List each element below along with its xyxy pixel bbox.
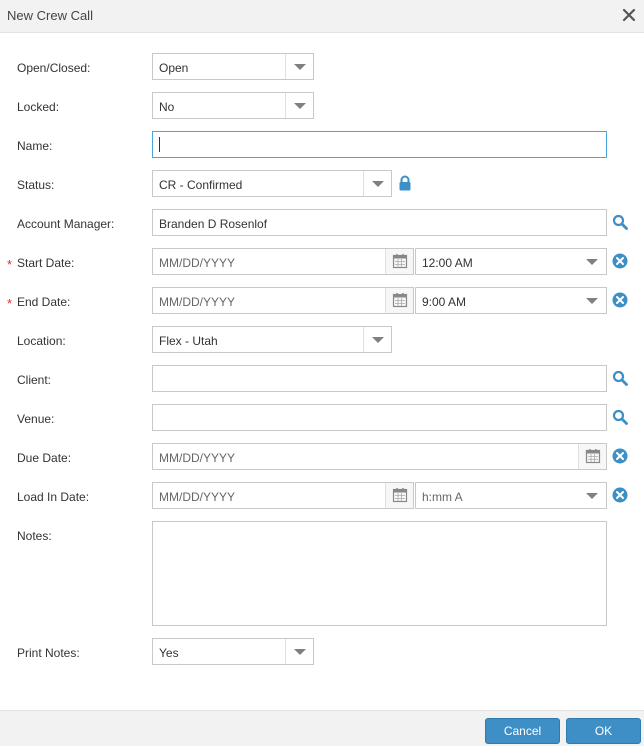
dialog-footer: Cancel OK — [0, 710, 644, 746]
account-manager-input[interactable]: Branden D Rosenlof — [152, 209, 607, 236]
lock-icon[interactable] — [397, 175, 413, 191]
locked-value: No — [159, 100, 175, 114]
start-date-label: Start Date: — [17, 256, 75, 270]
search-icon[interactable] — [612, 214, 628, 230]
required-marker: * — [7, 257, 13, 272]
account-manager-label: Account Manager: — [17, 217, 115, 231]
calendar-icon[interactable] — [578, 444, 606, 469]
text-caret — [159, 137, 160, 152]
location-select[interactable]: Flex - Utah — [152, 326, 392, 353]
locked-label: Locked: — [17, 100, 60, 114]
ok-button[interactable]: OK — [566, 718, 641, 744]
status-label: Status: — [17, 178, 55, 192]
load-in-date-input[interactable]: MM/DD/YYYY — [152, 482, 414, 509]
client-input[interactable] — [152, 365, 607, 392]
due-date-label: Due Date: — [17, 451, 72, 465]
start-time-value: 12:00 AM — [422, 256, 473, 270]
client-label: Client: — [17, 373, 52, 387]
notes-textarea[interactable] — [152, 521, 607, 626]
load-in-time-placeholder: h:mm A — [422, 490, 463, 504]
end-date-placeholder: MM/DD/YYYY — [159, 295, 236, 309]
calendar-icon[interactable] — [385, 483, 413, 508]
end-time-select[interactable]: 9:00 AM — [415, 287, 607, 314]
dialog-titlebar: New Crew Call — [0, 0, 644, 33]
print-notes-select[interactable]: Yes — [152, 638, 314, 665]
required-marker: * — [7, 296, 13, 311]
chevron-down-icon[interactable] — [285, 93, 313, 118]
status-select[interactable]: CR - Confirmed — [152, 170, 392, 197]
chevron-down-icon[interactable] — [578, 483, 606, 508]
location-value: Flex - Utah — [159, 334, 218, 348]
load-in-time-select[interactable]: h:mm A — [415, 482, 607, 509]
clear-load-in-date-icon[interactable] — [612, 487, 628, 503]
search-icon[interactable] — [612, 370, 628, 386]
load-in-date-label: Load In Date: — [17, 490, 90, 504]
start-date-placeholder: MM/DD/YYYY — [159, 256, 236, 270]
due-date-placeholder: MM/DD/YYYY — [159, 451, 236, 465]
search-icon[interactable] — [612, 409, 628, 425]
end-date-label: End Date: — [17, 295, 71, 309]
clear-due-date-icon[interactable] — [612, 448, 628, 464]
account-manager-value: Branden D Rosenlof — [159, 217, 268, 231]
print-notes-label: Print Notes: — [17, 646, 80, 660]
location-label: Location: — [17, 334, 66, 348]
status-value: CR - Confirmed — [159, 178, 243, 192]
start-time-select[interactable]: 12:00 AM — [415, 248, 607, 275]
start-date-input[interactable]: MM/DD/YYYY — [152, 248, 414, 275]
cancel-button[interactable]: Cancel — [485, 718, 560, 744]
load-in-date-placeholder: MM/DD/YYYY — [159, 490, 236, 504]
calendar-icon[interactable] — [385, 249, 413, 274]
chevron-down-icon[interactable] — [363, 171, 391, 196]
name-label: Name: — [17, 139, 53, 153]
name-input[interactable] — [152, 131, 607, 158]
open-closed-value: Open — [159, 61, 189, 75]
calendar-icon[interactable] — [385, 288, 413, 313]
locked-select[interactable]: No — [152, 92, 314, 119]
chevron-down-icon[interactable] — [285, 639, 313, 664]
end-time-value: 9:00 AM — [422, 295, 467, 309]
print-notes-value: Yes — [159, 646, 179, 660]
due-date-input[interactable]: MM/DD/YYYY — [152, 443, 607, 470]
open-closed-label: Open/Closed: — [17, 61, 91, 75]
chevron-down-icon[interactable] — [363, 327, 391, 352]
clear-start-date-icon[interactable] — [612, 253, 628, 269]
chevron-down-icon[interactable] — [285, 54, 313, 79]
clear-end-date-icon[interactable] — [612, 292, 628, 308]
notes-label: Notes: — [17, 529, 52, 543]
chevron-down-icon[interactable] — [578, 288, 606, 313]
venue-input[interactable] — [152, 404, 607, 431]
venue-label: Venue: — [17, 412, 55, 426]
chevron-down-icon[interactable] — [578, 249, 606, 274]
close-icon[interactable] — [622, 8, 636, 22]
end-date-input[interactable]: MM/DD/YYYY — [152, 287, 414, 314]
open-closed-select[interactable]: Open — [152, 53, 314, 80]
dialog-title: New Crew Call — [7, 8, 93, 23]
